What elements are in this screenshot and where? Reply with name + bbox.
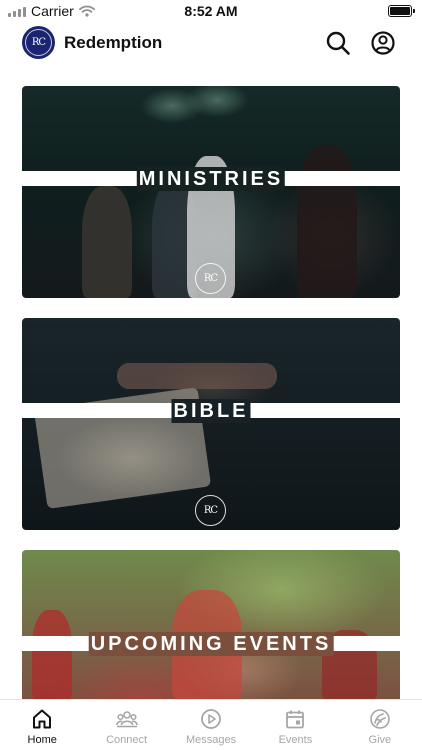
tab-bar: Home Connect Messages Events Give: [0, 699, 422, 750]
tab-home-label: Home: [27, 734, 57, 746]
tab-events-label: Events: [278, 734, 313, 746]
group-icon: [115, 711, 138, 728]
home-icon: [33, 709, 52, 729]
rc-seal-logo: RC: [195, 263, 226, 294]
tab-home[interactable]: Home: [0, 700, 84, 750]
church-logo[interactable]: RC: [22, 26, 55, 59]
tab-connect-label: Connect: [106, 734, 148, 746]
tab-connect[interactable]: Connect: [84, 700, 168, 750]
tab-messages[interactable]: Messages: [169, 700, 253, 750]
photo-figure: [82, 186, 132, 298]
app-header: RC Redemption: [0, 26, 422, 62]
ministries-banner: MINISTRIES: [22, 166, 400, 191]
play-icon: [201, 709, 221, 729]
bible-card[interactable]: BIBLE RC: [22, 318, 400, 530]
give-icon: [370, 709, 390, 729]
tab-give-label: Give: [368, 734, 392, 746]
ministries-card[interactable]: MINISTRIES RC: [22, 86, 400, 298]
ministries-label: MINISTRIES: [136, 166, 286, 191]
bible-banner: BIBLE: [22, 398, 400, 423]
events-banner: UPCOMING EVENTS: [22, 631, 400, 656]
tab-give[interactable]: Give: [338, 700, 422, 750]
logo-text: RC: [25, 29, 52, 56]
bible-label: BIBLE: [171, 398, 251, 423]
app-title: Redemption: [64, 33, 163, 52]
status-time: 8:52 AM: [184, 3, 238, 19]
profile-icon[interactable]: [370, 30, 396, 56]
photo-hand: [117, 363, 277, 389]
tab-messages-label: Messages: [185, 734, 237, 746]
tab-events[interactable]: Events: [253, 700, 337, 750]
photo-figure: [32, 610, 72, 700]
calendar-icon: [286, 710, 305, 729]
rc-seal-logo: RC: [195, 495, 226, 526]
search-icon[interactable]: [325, 30, 351, 56]
events-label: UPCOMING EVENTS: [88, 631, 334, 656]
battery-icon: [388, 5, 415, 17]
status-bar: Carrier 8:52 AM: [0, 0, 422, 22]
photo-figure: [297, 146, 357, 298]
